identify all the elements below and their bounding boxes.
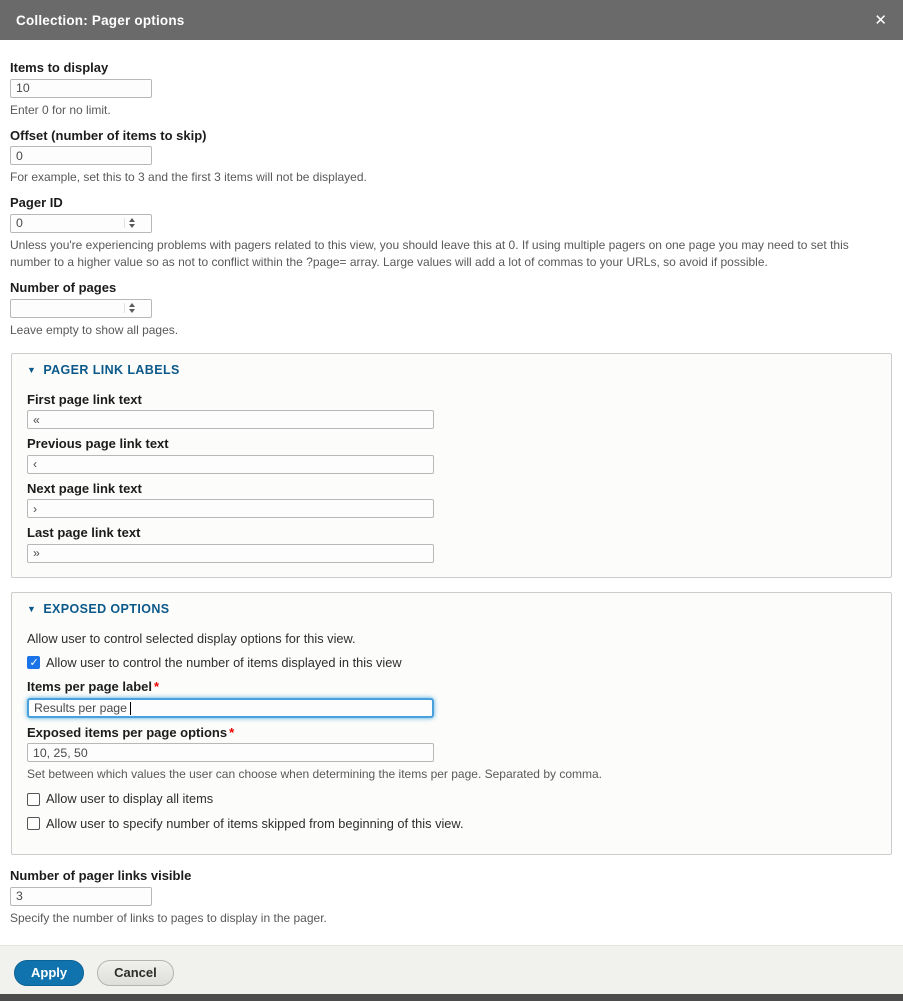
checkbox-display-all-items[interactable]: Allow user to display all items [27,791,876,806]
field-last-page-link-text: Last page link text [27,525,876,563]
items-per-page-label-input[interactable] [27,698,434,718]
last-page-link-text-label: Last page link text [27,525,876,541]
fieldset-legend-exposed-options[interactable]: ▼ EXPOSED OPTIONS [27,602,876,616]
number-of-pages-label: Number of pages [10,280,893,296]
collapse-arrow-icon: ▼ [27,604,36,614]
pager-id-description: Unless you're experiencing problems with… [10,237,890,271]
checkbox-unchecked-icon[interactable] [27,817,40,830]
spin-up-icon[interactable] [129,303,135,307]
pager-links-visible-input[interactable] [10,887,152,906]
checkbox-label[interactable]: Allow user to display all items [46,791,213,806]
items-to-display-label: Items to display [10,60,893,76]
items-to-display-description: Enter 0 for no limit. [10,102,890,119]
pager-links-visible-label: Number of pager links visible [10,868,893,884]
page-background-strip [0,994,903,1001]
field-first-page-link-text: First page link text [27,392,876,430]
items-per-page-label-label: Items per page label* [27,679,876,695]
label-text: Exposed items per page options [27,725,227,740]
spin-down-icon[interactable] [129,309,135,313]
offset-input[interactable] [10,146,152,165]
dialog-title: Collection: Pager options [16,13,185,28]
checkbox-control-number-of-items[interactable]: Allow user to control the number of item… [27,655,876,670]
field-exposed-items-per-page-options: Exposed items per page options* Set betw… [27,725,876,784]
label-text: Items per page label [27,679,152,694]
collapse-arrow-icon: ▼ [27,365,36,375]
fieldset-exposed-options: ▼ EXPOSED OPTIONS Allow user to control … [11,592,892,855]
checkbox-unchecked-icon[interactable] [27,793,40,806]
dialog-body: Items to display Enter 0 for no limit. O… [0,40,903,927]
exposed-items-per-page-options-description: Set between which values the user can ch… [27,766,876,783]
checkbox-specify-items-skipped[interactable]: Allow user to specify number of items sk… [27,816,876,831]
legend-text: PAGER LINK LABELS [43,363,179,377]
checkbox-checked-icon[interactable] [27,656,40,669]
fieldset-pager-link-labels: ▼ PAGER LINK LABELS First page link text… [11,353,892,578]
field-number-of-pages: Number of pages Leave empty to show all … [10,280,893,339]
items-to-display-input[interactable] [10,79,152,98]
checkbox-label[interactable]: Allow user to specify number of items sk… [46,816,464,831]
close-icon[interactable]: ✕ [874,13,887,28]
spin-down-icon[interactable] [129,224,135,228]
text-cursor [130,702,131,715]
exposed-items-per-page-options-input[interactable] [27,743,434,762]
dialog-header: Collection: Pager options ✕ [0,0,903,40]
checkbox-label[interactable]: Allow user to control the number of item… [46,655,402,670]
first-page-link-text-label: First page link text [27,392,876,408]
fieldset-legend-pager-link-labels[interactable]: ▼ PAGER LINK LABELS [27,363,876,377]
number-of-pages-description: Leave empty to show all pages. [10,322,890,339]
number-spinner-icon[interactable] [124,303,135,313]
required-marker: * [229,725,234,740]
dialog-footer: Apply Cancel [0,945,903,1001]
next-page-link-text-label: Next page link text [27,481,876,497]
exposed-options-intro: Allow user to control selected display o… [27,631,876,646]
apply-button[interactable]: Apply [14,960,84,986]
field-pager-links-visible: Number of pager links visible Specify th… [10,868,893,927]
offset-label: Offset (number of items to skip) [10,128,893,144]
field-pager-id: Pager ID Unless you're experiencing prob… [10,195,893,271]
cancel-button[interactable]: Cancel [97,960,174,986]
spin-up-icon[interactable] [129,218,135,222]
offset-description: For example, set this to 3 and the first… [10,169,890,186]
last-page-link-text-input[interactable] [27,544,434,563]
exposed-items-per-page-options-label: Exposed items per page options* [27,725,876,741]
previous-page-link-text-label: Previous page link text [27,436,876,452]
field-previous-page-link-text: Previous page link text [27,436,876,474]
field-next-page-link-text: Next page link text [27,481,876,519]
number-spinner-icon[interactable] [124,218,135,228]
previous-page-link-text-input[interactable] [27,455,434,474]
first-page-link-text-input[interactable] [27,410,434,429]
next-page-link-text-input[interactable] [27,499,434,518]
field-offset: Offset (number of items to skip) For exa… [10,128,893,187]
field-items-per-page-label: Items per page label* [27,679,876,718]
required-marker: * [154,679,159,694]
legend-text: EXPOSED OPTIONS [43,602,169,616]
pager-links-visible-description: Specify the number of links to pages to … [10,910,890,927]
field-items-to-display: Items to display Enter 0 for no limit. [10,60,893,119]
pager-id-label: Pager ID [10,195,893,211]
